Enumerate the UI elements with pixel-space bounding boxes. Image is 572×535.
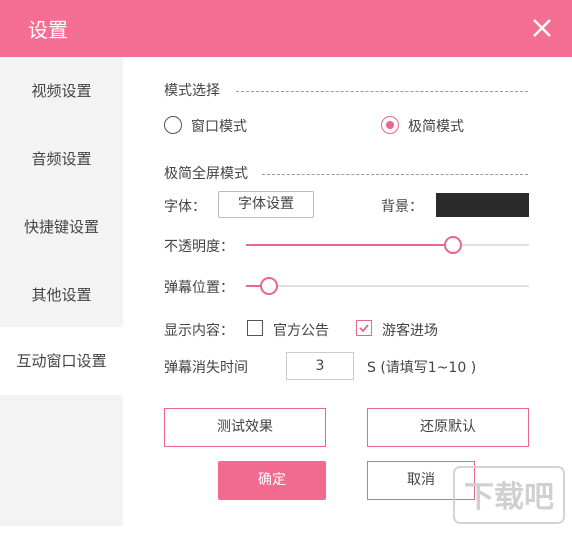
close-button[interactable] — [522, 8, 562, 48]
fullscreen-divider — [262, 174, 528, 175]
sidebar-item-other[interactable]: 其他设置 — [0, 261, 123, 329]
sidebar-item-video[interactable]: 视频设置 — [0, 57, 123, 125]
checkbox-guest-entry[interactable] — [356, 320, 372, 336]
mode-divider — [236, 91, 528, 92]
close-icon — [533, 19, 551, 37]
check-icon — [359, 324, 369, 333]
radio-window-mode-label: 窗口模式 — [191, 119, 247, 135]
fullscreen-section-title: 极简全屏模式 — [164, 166, 248, 182]
radio-window-mode[interactable] — [164, 116, 182, 134]
opacity-slider-fill — [246, 244, 453, 246]
checkbox-official-notice-label: 官方公告 — [273, 323, 329, 339]
ok-button[interactable]: 确定 — [218, 461, 326, 500]
danmaku-position-slider[interactable] — [246, 277, 529, 295]
sidebar-item-shortcuts[interactable]: 快捷键设置 — [0, 193, 123, 261]
danmaku-position-slider-handle[interactable] — [259, 277, 278, 295]
font-settings-button[interactable]: 字体设置 — [218, 191, 314, 218]
window-title: 设置 — [28, 18, 68, 42]
sidebar-item-interactive-window[interactable]: 互动窗口设置 — [0, 327, 123, 395]
font-label: 字体： — [164, 199, 206, 215]
background-label: 背景： — [381, 199, 423, 215]
checkbox-official-notice[interactable] — [247, 320, 263, 336]
vanish-time-label: 弹幕消失时间 — [164, 360, 248, 376]
sidebar: 视频设置 音频设置 快捷键设置 其他设置 互动窗口设置 — [0, 57, 123, 526]
danmaku-position-label: 弹幕位置： — [164, 280, 234, 296]
display-content-label: 显示内容： — [164, 323, 234, 339]
title-bar: 设置 — [0, 0, 572, 57]
radio-minimal-mode[interactable] — [381, 116, 399, 134]
background-color-swatch[interactable] — [436, 193, 529, 217]
watermark-logo: 下载吧 — [450, 461, 568, 533]
restore-defaults-button[interactable]: 还原默认 — [367, 408, 529, 447]
radio-minimal-mode-label: 极简模式 — [408, 119, 464, 135]
vanish-time-input[interactable]: 3 — [286, 352, 354, 380]
vanish-time-hint: S (请填写1~10 ) — [367, 360, 477, 376]
test-effect-button[interactable]: 测试效果 — [164, 408, 326, 447]
opacity-label: 不透明度： — [164, 239, 234, 255]
sidebar-item-audio[interactable]: 音频设置 — [0, 125, 123, 193]
opacity-slider-handle[interactable] — [443, 236, 462, 254]
watermark-text: 下载吧 — [464, 480, 554, 515]
checkbox-guest-entry-label: 游客进场 — [382, 323, 438, 339]
opacity-slider[interactable] — [246, 236, 529, 254]
mode-section-title: 模式选择 — [164, 83, 220, 99]
